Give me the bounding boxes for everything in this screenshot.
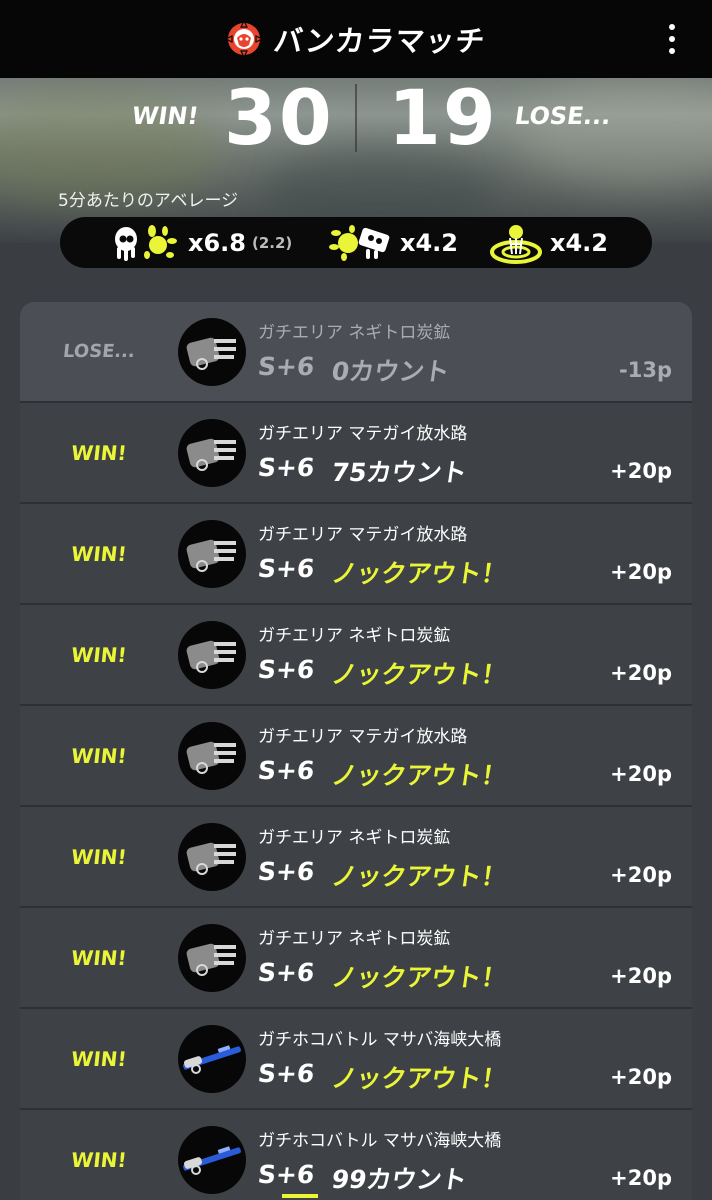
battle-row[interactable]: WIN! ガチエリア ネギトロ炭鉱 S+6 ノックアウト！ +20p bbox=[20, 908, 692, 1007]
battle-row[interactable]: WIN! ガチエリア マテガイ放水路 S+6 ノックアウト！ +20p bbox=[20, 706, 692, 805]
special-value: x4.2 bbox=[400, 228, 458, 257]
battle-detail: ノックアウト！ bbox=[329, 761, 509, 790]
weapon-blue-charger-icon bbox=[178, 1025, 246, 1093]
kill-assist-value: x6.8 bbox=[188, 228, 246, 257]
battle-row[interactable]: LOSE... ガチエリア ネギトロ炭鉱 S+6 0カウント -13p bbox=[20, 302, 692, 401]
lose-label: LOSE... bbox=[513, 102, 613, 130]
battle-detail: ノックアウト！ bbox=[329, 862, 509, 891]
result-label: LOSE... bbox=[61, 341, 137, 362]
rank-points: +20p bbox=[610, 1166, 672, 1190]
battle-detail: 0カウント bbox=[329, 357, 452, 386]
battle-row[interactable]: WIN! ガチエリア ネギトロ炭鉱 S+6 ノックアウト！ +20p bbox=[20, 807, 692, 906]
rank-label: S+6 bbox=[256, 554, 316, 583]
rank-label: S+6 bbox=[256, 655, 316, 684]
paint-stat: x4.2 bbox=[488, 217, 608, 268]
battle-detail: ノックアウト！ bbox=[329, 963, 509, 992]
weapon-blue-charger-icon bbox=[178, 1126, 246, 1194]
kill-assist-stat: x6.8 (2.2) bbox=[110, 217, 292, 268]
rank-points: +20p bbox=[610, 762, 672, 786]
rank-label: S+6 bbox=[256, 756, 316, 785]
rank-label: S+6 bbox=[256, 958, 316, 987]
result-label: WIN! bbox=[70, 1046, 128, 1071]
result-label: WIN! bbox=[70, 743, 128, 768]
average-label: 5分あたりのアベレージ bbox=[58, 191, 239, 211]
weapon-gray-blaster-icon bbox=[178, 419, 246, 487]
battle-history-list: LOSE... ガチエリア ネギトロ炭鉱 S+6 0カウント -13p WIN!… bbox=[20, 302, 692, 1200]
bankara-emblem-icon bbox=[226, 21, 263, 57]
rank-points: -13p bbox=[619, 358, 672, 382]
battle-row[interactable]: WIN! ガチエリア マテガイ放水路 S+6 75カウント +20p bbox=[20, 403, 692, 502]
mode-title: バンカラマッチ bbox=[226, 18, 488, 60]
app-header: バンカラマッチ bbox=[0, 0, 712, 78]
result-label: WIN! bbox=[70, 844, 128, 869]
average-stats: x6.8 (2.2) x4.2 x4.2 bbox=[60, 217, 652, 268]
assist-value: (2.2) bbox=[252, 233, 293, 252]
stage-name: ガチエリア マテガイ放水路 bbox=[258, 727, 468, 747]
rank-points: +20p bbox=[610, 661, 672, 685]
special-stat: x4.2 bbox=[326, 217, 458, 268]
weapon-gray-blaster-icon bbox=[178, 520, 246, 588]
battle-row[interactable]: WIN! ガチホコバトル マサバ海峡大橋 S+6 99カウント +20p bbox=[20, 1110, 692, 1200]
stage-name: ガチエリア ネギトロ炭鉱 bbox=[258, 626, 451, 646]
result-label: WIN! bbox=[70, 541, 128, 566]
battle-row[interactable]: WIN! ガチエリア マテガイ放水路 S+6 ノックアウト！ +20p bbox=[20, 504, 692, 603]
rank-points: +20p bbox=[610, 459, 672, 483]
stage-name: ガチエリア マテガイ放水路 bbox=[258, 525, 468, 545]
weapon-gray-blaster-icon bbox=[178, 823, 246, 891]
special-weapon-icon bbox=[329, 224, 390, 261]
kebab-menu-icon[interactable] bbox=[660, 14, 684, 64]
result-label: WIN! bbox=[70, 642, 128, 667]
splat-squid-icon bbox=[115, 224, 177, 261]
rank-label: S+6 bbox=[256, 352, 316, 381]
result-label: WIN! bbox=[70, 945, 128, 970]
rank-label: S+6 bbox=[256, 1059, 316, 1088]
stage-name: ガチエリア マテガイ放水路 bbox=[258, 424, 468, 444]
rank-label: S+6 bbox=[256, 453, 316, 482]
rank-label: S+6 bbox=[256, 1160, 316, 1189]
weapon-gray-blaster-icon bbox=[178, 722, 246, 790]
weapon-gray-blaster-icon bbox=[178, 924, 246, 992]
rank-points: +20p bbox=[610, 560, 672, 584]
rank-points: +20p bbox=[610, 1065, 672, 1089]
battle-detail: 75カウント bbox=[329, 458, 469, 487]
paint-value: x4.2 bbox=[550, 228, 608, 257]
rank-points: +20p bbox=[610, 863, 672, 887]
stage-name: ガチホコバトル マサバ海峡大橋 bbox=[258, 1030, 502, 1050]
win-label: WIN! bbox=[130, 102, 201, 130]
battle-detail: ノックアウト！ bbox=[329, 559, 509, 588]
rank-up-underline bbox=[282, 1194, 318, 1198]
battle-detail: ノックアウト！ bbox=[329, 1064, 509, 1093]
turf-point-icon bbox=[490, 224, 542, 264]
battle-row[interactable]: WIN! ガチエリア ネギトロ炭鉱 S+6 ノックアウト！ +20p bbox=[20, 605, 692, 704]
result-label: WIN! bbox=[70, 440, 128, 465]
battle-detail: ノックアウト！ bbox=[329, 660, 509, 689]
rank-points: +20p bbox=[610, 964, 672, 988]
score-divider bbox=[355, 84, 357, 152]
weapon-gray-blaster-icon bbox=[178, 621, 246, 689]
rank-label: S+6 bbox=[256, 857, 316, 886]
win-count: 30 bbox=[224, 73, 334, 162]
battle-detail: 99カウント bbox=[329, 1165, 469, 1194]
battle-row[interactable]: WIN! ガチホコバトル マサバ海峡大橋 S+6 ノックアウト！ +20p bbox=[20, 1009, 692, 1108]
result-label: WIN! bbox=[70, 1147, 128, 1172]
weapon-gray-blaster-icon bbox=[178, 318, 246, 386]
stage-name: ガチエリア ネギトロ炭鉱 bbox=[258, 929, 451, 949]
mode-title-text: バンカラマッチ bbox=[272, 24, 488, 58]
lose-count: 19 bbox=[388, 73, 498, 162]
stage-name: ガチホコバトル マサバ海峡大橋 bbox=[258, 1131, 502, 1151]
stage-name: ガチエリア ネギトロ炭鉱 bbox=[258, 828, 451, 848]
stage-name: ガチエリア ネギトロ炭鉱 bbox=[258, 323, 451, 343]
